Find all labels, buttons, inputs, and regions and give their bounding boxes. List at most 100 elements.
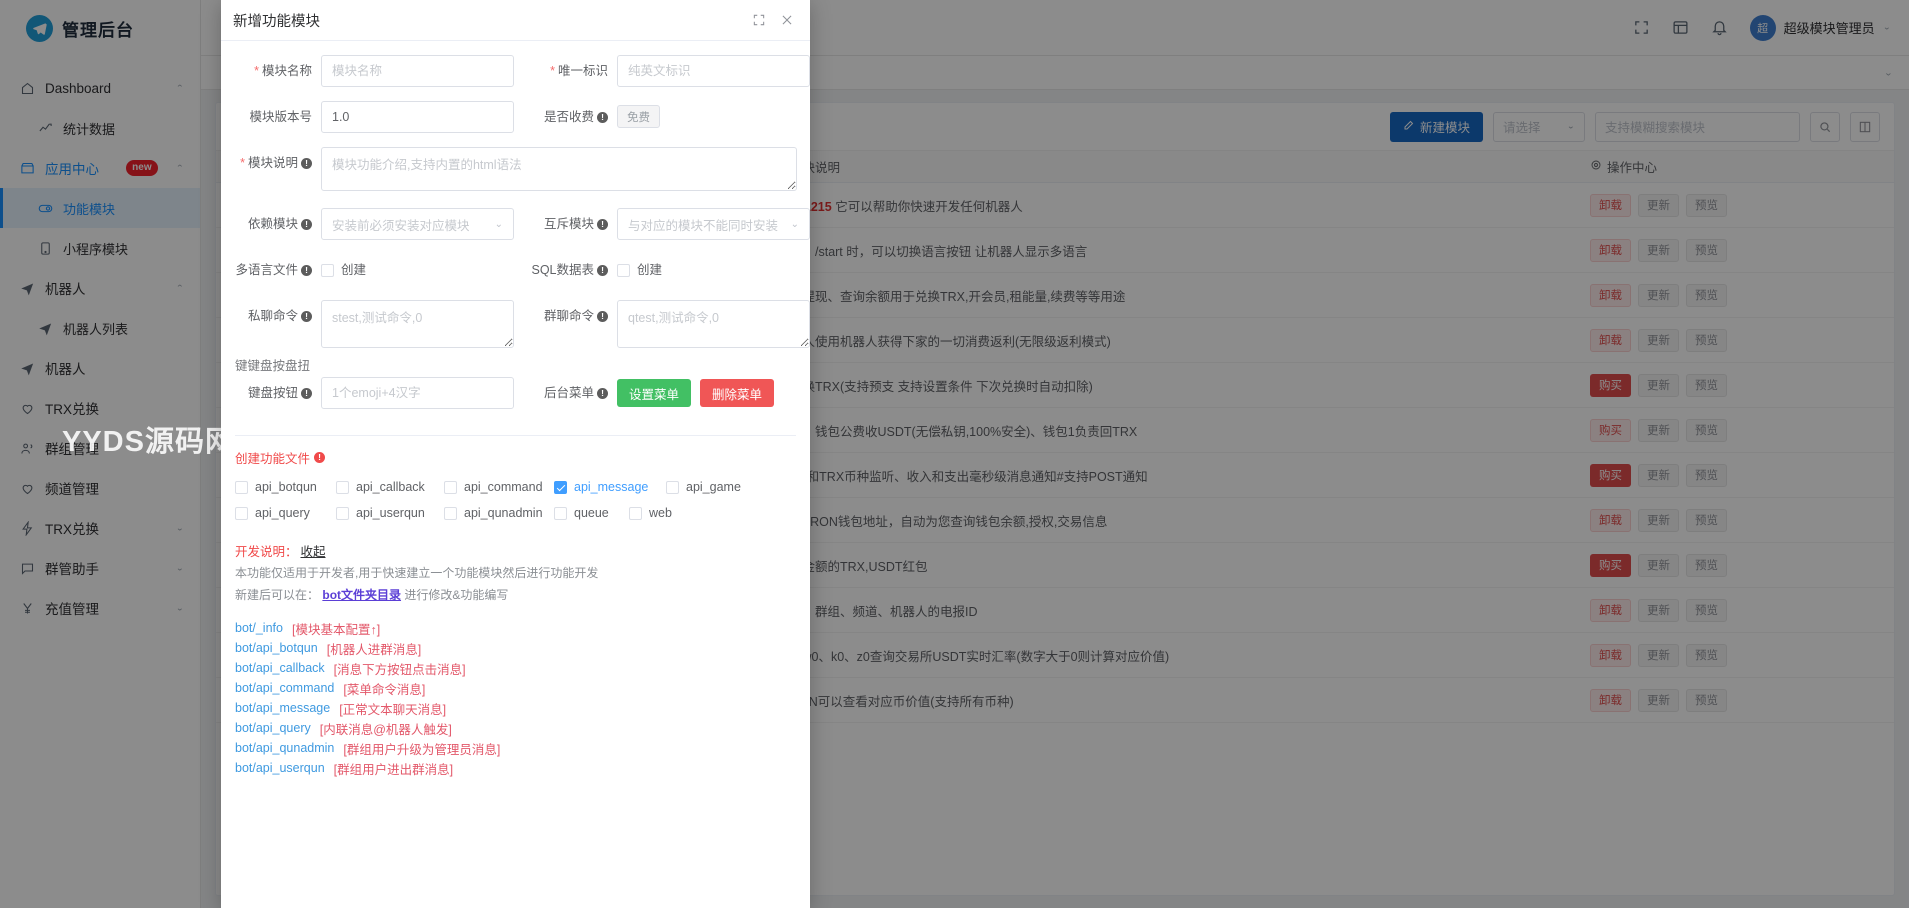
file-option[interactable]: queue [554,500,629,526]
module-name-input[interactable] [321,55,514,87]
api-command-checkbox[interactable] [444,481,457,494]
field-label: 群聊命令! [517,300,617,332]
file-desc: [模块基本配置↑] [292,619,380,638]
file-option-label: api_botqun [255,480,317,494]
field-label: 后台菜单! [517,377,617,409]
file-path[interactable]: bot/api_qunadmin [235,741,334,755]
info-icon[interactable]: ! [597,265,608,276]
list-item[interactable]: bot/api_callback[消息下方按钮点击消息] [235,658,810,678]
list-item[interactable]: bot/_info [模块基本配置↑] [235,618,810,638]
keyboard-btn-input[interactable] [321,377,514,409]
dev-note-title: 开发说明： [235,545,298,559]
delete-menu-button[interactable]: 删除菜单 [700,379,774,407]
api-qunadmin-checkbox[interactable] [444,507,457,520]
file-option-label: api_command [464,480,543,494]
info-icon[interactable]: ! [301,265,312,276]
dev-note-header: 开发说明：收起 [235,541,810,560]
field-label: 键盘按钮! [221,377,321,409]
file-path[interactable]: bot/api_callback [235,661,325,675]
free-pill[interactable]: 免费 [617,105,660,128]
list-item[interactable]: bot/api_query[内联消息@机器人触发] [235,718,810,738]
chevron-down-icon: ⌄ [495,219,503,230]
api-botqun-checkbox[interactable] [235,481,248,494]
file-option[interactable]: api_botqun [235,474,336,500]
api-userqun-checkbox[interactable] [336,507,349,520]
file-path[interactable]: bot/_info [235,621,283,635]
create-files-title: 创建功能文件 ! [221,448,810,467]
private-cmd-textarea[interactable] [321,300,514,348]
file-path[interactable]: bot/api_command [235,681,334,695]
field-label: 依赖模块! [221,208,321,240]
file-path[interactable]: bot/api_message [235,701,330,715]
file-option[interactable]: web [629,500,719,526]
info-icon[interactable]: ! [301,158,312,169]
i18n-checkbox-label: 创建 [341,254,366,286]
file-path[interactable]: bot/api_query [235,721,311,735]
api-callback-checkbox[interactable] [336,481,349,494]
file-option[interactable]: api_command [444,474,554,500]
field-description: *模块说明! [221,147,796,194]
file-option[interactable]: api_message [554,474,666,500]
field-private-cmd: 私聊命令! [221,300,517,351]
info-icon[interactable]: ! [597,219,608,230]
form-row-description: *模块说明! [221,147,810,194]
description-textarea[interactable] [321,147,797,191]
file-path[interactable]: bot/api_userqun [235,761,325,775]
version-input[interactable] [321,101,514,133]
info-icon[interactable]: ! [301,219,312,230]
list-item[interactable]: bot/api_userqun[群组用户进出群消息] [235,758,810,778]
field-sql: SQL数据表! 创建 [517,254,810,286]
api-message-checkbox[interactable] [554,481,567,494]
field-label: 私聊命令! [221,300,321,332]
sql-checkbox[interactable] [617,264,630,277]
info-icon[interactable]: ! [314,452,325,463]
chevron-down-icon: ⌄ [791,219,799,230]
field-label: 互斥模块! [517,208,617,240]
info-icon[interactable]: ! [301,311,312,322]
set-menu-button[interactable]: 设置菜单 [617,379,691,407]
field-label: 是否收费! [517,101,617,133]
conflict-select[interactable]: 与对应的模块不能同时安装 ⌄ [617,208,810,240]
web-checkbox[interactable] [629,507,642,520]
conflict-placeholder: 与对应的模块不能同时安装 [628,215,778,234]
unique-id-input[interactable] [617,55,810,87]
queue-checkbox[interactable] [554,507,567,520]
file-path[interactable]: bot/api_botqun [235,641,318,655]
file-option-label: api_game [686,480,741,494]
file-option[interactable]: api_query [235,500,336,526]
dependency-select[interactable]: 安装前必须安装对应模块 ⌄ [321,208,514,240]
info-icon[interactable]: ! [301,388,312,399]
maximize-icon[interactable] [752,13,766,27]
list-item[interactable]: bot/api_command[菜单命令消息] [235,678,810,698]
api-query-checkbox[interactable] [235,507,248,520]
file-desc: [群组用户升级为管理员消息] [343,739,500,758]
file-option-label: api_message [574,480,648,494]
file-option[interactable]: api_qunadmin [444,500,554,526]
field-unique-id: *唯一标识 [517,55,810,87]
bot-folder-link[interactable]: bot文件夹目录 [322,588,401,602]
dialog-body: *模块名称 *唯一标识 模块版本号 是否收费! 免费 *模块说明! [221,41,810,908]
form-row-name: *模块名称 *唯一标识 [221,55,810,87]
close-icon[interactable] [780,13,794,27]
create-files-grid: api_botqun api_callback api_command api_… [221,474,810,526]
list-item[interactable]: bot/api_botqun[机器人进群消息] [235,638,810,658]
file-option[interactable]: api_game [666,474,766,500]
field-module-name: *模块名称 [221,55,517,87]
required-marker: * [240,156,245,170]
list-item[interactable]: bot/api_qunadmin [群组用户升级为管理员消息] [235,738,810,758]
list-item[interactable]: bot/api_message[正常文本聊天消息] [235,698,810,718]
api-game-checkbox[interactable] [666,481,679,494]
field-dependency: 依赖模块! 安装前必须安装对应模块 ⌄ [221,208,517,240]
dev-note-toggle[interactable]: 收起 [301,545,326,559]
file-option-label: api_userqun [356,506,425,520]
info-icon[interactable]: ! [597,388,608,399]
file-option[interactable]: api_callback [336,474,444,500]
file-option[interactable]: api_userqun [336,500,444,526]
field-label: *唯一标识 [517,55,617,87]
info-icon[interactable]: ! [597,112,608,123]
group-cmd-textarea[interactable] [617,300,810,348]
info-icon[interactable]: ! [597,311,608,322]
file-option-label: queue [574,506,609,520]
i18n-checkbox[interactable] [321,264,334,277]
field-label: *模块名称 [221,55,321,87]
